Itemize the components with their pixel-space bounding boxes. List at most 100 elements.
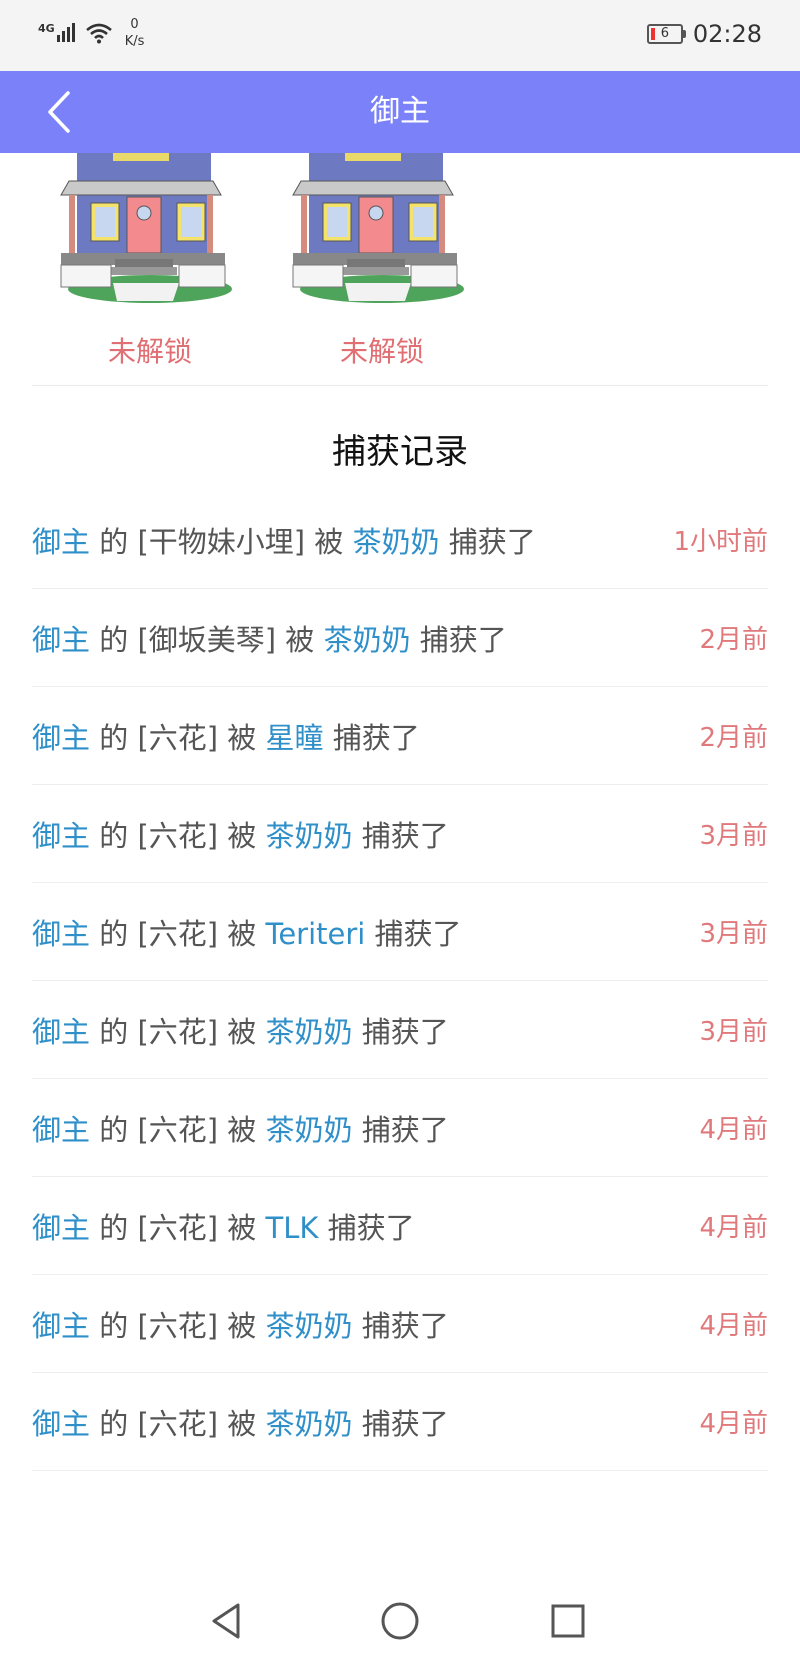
record-row[interactable]: 御主 的 [干物妹小埋] 被 茶奶奶 捕获了 1小时前 xyxy=(32,491,768,589)
record-connector: 被 xyxy=(218,1112,266,1147)
record-item: [六花] xyxy=(137,1014,219,1049)
record-action: 捕获了 xyxy=(365,916,462,951)
status-right: 6 02:28 xyxy=(646,20,762,48)
record-text: 御主 的 [六花] 被 茶奶奶 捕获了 xyxy=(32,813,449,855)
record-connector: 被 xyxy=(218,1014,266,1049)
record-catcher[interactable]: 茶奶奶 xyxy=(266,1113,353,1147)
record-owner[interactable]: 御主 xyxy=(32,1113,90,1147)
record-action: 捕获了 xyxy=(352,1014,449,1049)
record-text: 御主 的 [六花] 被 茶奶奶 捕获了 xyxy=(32,1107,449,1149)
record-catcher[interactable]: TLK xyxy=(266,1211,319,1245)
record-item: [六花] xyxy=(137,1308,219,1343)
record-time: 3月前 xyxy=(699,821,768,851)
record-action: 捕获了 xyxy=(439,524,536,559)
record-catcher[interactable]: 星瞳 xyxy=(266,721,324,755)
record-connector: 的 xyxy=(90,720,138,755)
record-action: 捕获了 xyxy=(410,622,507,657)
record-catcher[interactable]: 茶奶奶 xyxy=(266,1309,353,1343)
record-action: 捕获了 xyxy=(352,1308,449,1343)
record-owner[interactable]: 御主 xyxy=(32,1407,90,1441)
clock: 02:28 xyxy=(692,20,762,48)
network-type: 4G xyxy=(38,22,55,35)
record-time: 4月前 xyxy=(699,1409,768,1439)
house-card-2[interactable]: 未解锁 xyxy=(287,153,477,383)
record-row[interactable]: 御主 的 [六花] 被 茶奶奶 捕获了 4月前 xyxy=(32,1079,768,1177)
record-owner[interactable]: 御主 xyxy=(32,721,90,755)
record-time: 4月前 xyxy=(699,1311,768,1341)
signal-icon xyxy=(56,20,77,42)
status-bar: 4G 0 K/s 6 02:28 xyxy=(0,0,800,71)
record-row[interactable]: 御主 的 [六花] 被 茶奶奶 捕获了 4月前 xyxy=(32,1373,768,1471)
system-nav-bar xyxy=(0,1577,800,1662)
record-time: 3月前 xyxy=(699,1017,768,1047)
record-time: 4月前 xyxy=(699,1115,768,1145)
speed-unit: K/s xyxy=(124,34,145,49)
record-row[interactable]: 御主 的 [六花] 被 TLK 捕获了 4月前 xyxy=(32,1177,768,1275)
record-catcher[interactable]: 茶奶奶 xyxy=(324,623,411,657)
record-text: 御主 的 [六花] 被 茶奶奶 捕获了 xyxy=(32,1009,449,1051)
record-catcher[interactable]: 茶奶奶 xyxy=(266,819,353,853)
record-owner[interactable]: 御主 xyxy=(32,525,90,559)
record-text: 御主 的 [六花] 被 星瞳 捕获了 xyxy=(32,715,420,757)
record-connector: 被 xyxy=(305,524,353,559)
record-connector: 的 xyxy=(90,1210,138,1245)
record-time: 1小时前 xyxy=(673,527,768,557)
record-connector: 被 xyxy=(218,818,266,853)
wifi-icon xyxy=(85,23,112,44)
back-button[interactable] xyxy=(42,87,82,137)
record-connector: 的 xyxy=(90,524,138,559)
recents-square-icon xyxy=(551,1604,585,1638)
record-connector: 被 xyxy=(218,916,266,951)
speed-value: 0 xyxy=(130,17,139,32)
record-row[interactable]: 御主 的 [六花] 被 星瞳 捕获了 2月前 xyxy=(32,687,768,785)
capture-records-title: 捕获记录 xyxy=(332,432,468,472)
record-item: [六花] xyxy=(137,720,219,755)
record-item: [六花] xyxy=(137,916,219,951)
record-item: [御坂美琴] xyxy=(137,622,277,657)
page-title: 御主 xyxy=(370,94,430,129)
chevron-left-icon xyxy=(48,91,70,133)
record-item: [干物妹小埋] xyxy=(137,524,306,559)
record-text: 御主 的 [御坂美琴] 被 茶奶奶 捕获了 xyxy=(32,617,507,659)
system-home-button[interactable] xyxy=(378,1599,422,1643)
record-text: 御主 的 [六花] 被 Teriteri 捕获了 xyxy=(32,911,462,953)
record-connector: 被 xyxy=(276,622,324,657)
record-connector: 的 xyxy=(90,622,138,657)
system-back-button[interactable] xyxy=(206,1599,250,1643)
record-action: 捕获了 xyxy=(323,720,420,755)
house-card-1[interactable]: 未解锁 xyxy=(55,153,245,383)
record-connector: 被 xyxy=(218,1406,266,1441)
record-item: [六花] xyxy=(137,1112,219,1147)
record-row[interactable]: 御主 的 [六花] 被 茶奶奶 捕获了 3月前 xyxy=(32,785,768,883)
record-time: 2月前 xyxy=(699,723,768,753)
record-row[interactable]: 御主 的 [六花] 被 Teriteri 捕获了 3月前 xyxy=(32,883,768,981)
record-owner[interactable]: 御主 xyxy=(32,917,90,951)
record-catcher[interactable]: 茶奶奶 xyxy=(353,525,440,559)
record-connector: 被 xyxy=(218,1210,266,1245)
system-recents-button[interactable] xyxy=(546,1599,590,1643)
record-connector: 的 xyxy=(90,818,138,853)
record-row[interactable]: 御主 的 [六花] 被 茶奶奶 捕获了 4月前 xyxy=(32,1275,768,1373)
record-owner[interactable]: 御主 xyxy=(32,623,90,657)
record-connector: 的 xyxy=(90,1112,138,1147)
locked-label: 未解锁 xyxy=(107,335,192,368)
record-text: 御主 的 [六花] 被 茶奶奶 捕获了 xyxy=(32,1401,449,1443)
record-time: 2月前 xyxy=(699,625,768,655)
record-owner[interactable]: 御主 xyxy=(32,819,90,853)
back-triangle-icon xyxy=(212,1603,240,1639)
record-time: 4月前 xyxy=(699,1213,768,1243)
record-owner[interactable]: 御主 xyxy=(32,1211,90,1245)
record-row[interactable]: 御主 的 [六花] 被 茶奶奶 捕获了 3月前 xyxy=(32,981,768,1079)
record-text: 御主 的 [干物妹小埋] 被 茶奶奶 捕获了 xyxy=(32,519,536,561)
record-catcher[interactable]: 茶奶奶 xyxy=(266,1015,353,1049)
network-speed: 0 K/s xyxy=(125,16,145,50)
record-row[interactable]: 御主 的 [御坂美琴] 被 茶奶奶 捕获了 2月前 xyxy=(32,589,768,687)
record-catcher[interactable]: Teriteri xyxy=(266,917,366,951)
record-catcher[interactable]: 茶奶奶 xyxy=(266,1407,353,1441)
record-owner[interactable]: 御主 xyxy=(32,1015,90,1049)
record-owner[interactable]: 御主 xyxy=(32,1309,90,1343)
record-connector: 的 xyxy=(90,1406,138,1441)
record-connector: 被 xyxy=(218,1308,266,1343)
nav-bar: 御主 xyxy=(0,71,800,153)
record-text: 御主 的 [六花] 被 茶奶奶 捕获了 xyxy=(32,1303,449,1345)
